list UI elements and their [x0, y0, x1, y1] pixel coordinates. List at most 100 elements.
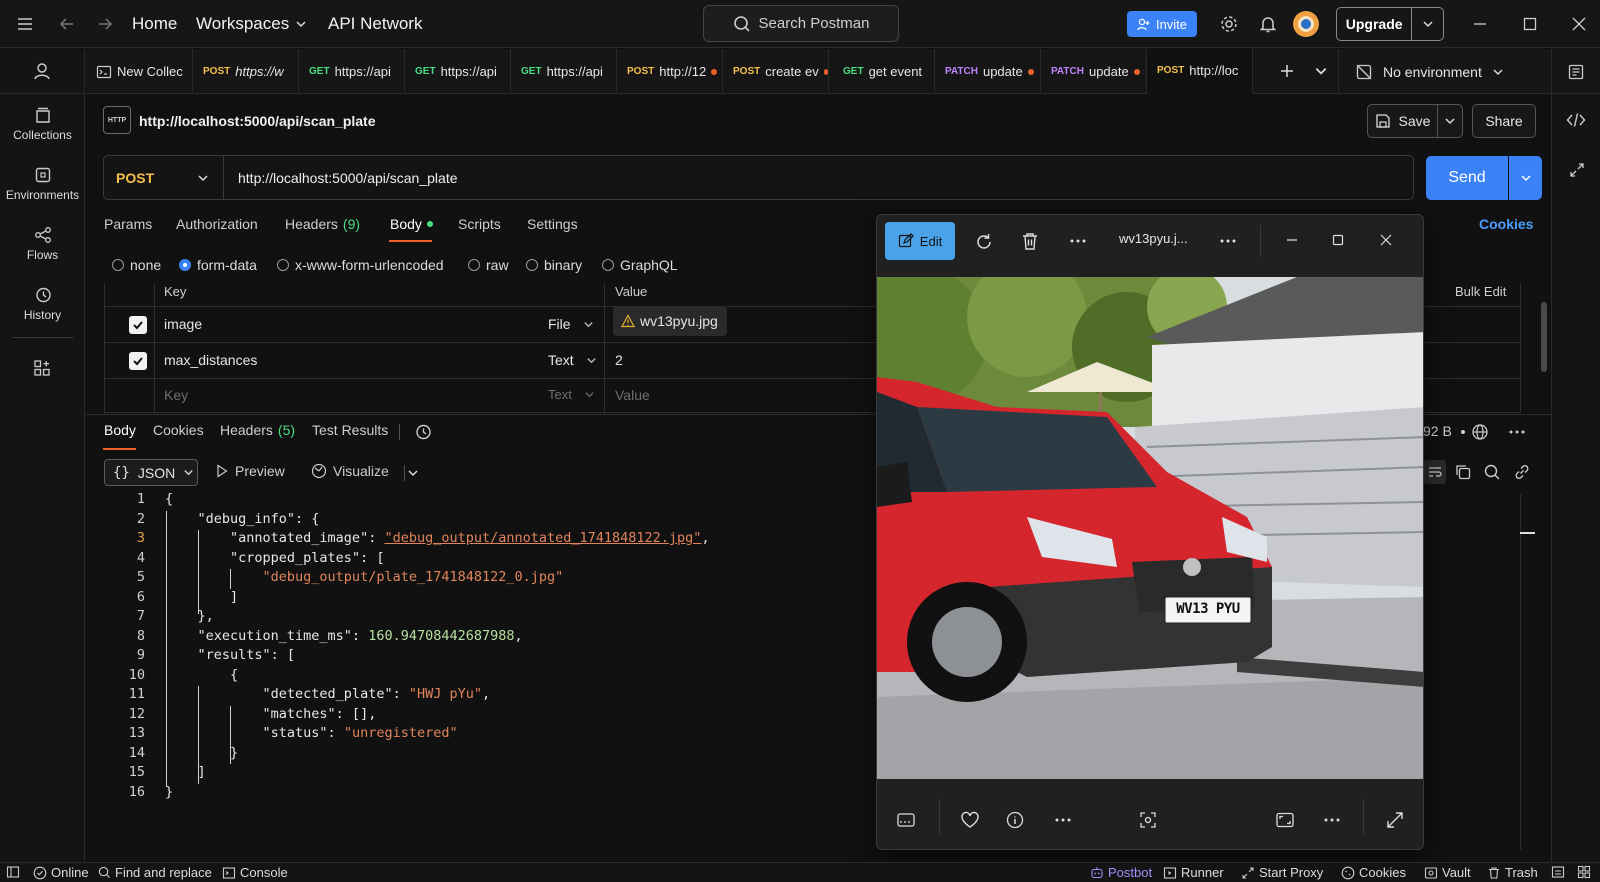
- title-more-options-icon[interactable]: [1219, 233, 1237, 249]
- response-scroll-marker[interactable]: [1520, 532, 1535, 534]
- bulk-edit-link[interactable]: Bulk Edit: [1455, 284, 1506, 299]
- cookies-button[interactable]: Cookies: [1341, 865, 1406, 880]
- radio-raw[interactable]: raw: [468, 257, 509, 273]
- format-selector[interactable]: {} JSON: [104, 459, 198, 486]
- upgrade-dropdown-button[interactable]: [1412, 8, 1443, 40]
- resp-tab-body[interactable]: Body: [104, 422, 136, 438]
- resp-tab-test-results[interactable]: Test Results: [312, 422, 388, 438]
- rotate-icon[interactable]: [974, 232, 994, 252]
- viewer-close-icon[interactable]: [1379, 233, 1393, 247]
- more-options-icon[interactable]: [1054, 812, 1072, 828]
- resp-tab-cookies[interactable]: Cookies: [153, 422, 204, 438]
- sidebar-item-history[interactable]: History: [0, 286, 85, 322]
- save-button[interactable]: Save: [1368, 105, 1438, 137]
- visualize-dropdown-chevron-icon[interactable]: [407, 467, 419, 479]
- nav-workspaces[interactable]: Workspaces: [196, 14, 307, 34]
- forward-arrow-icon[interactable]: [96, 15, 114, 33]
- related-collections-icon[interactable]: [1568, 161, 1586, 179]
- tab-authorization[interactable]: Authorization: [176, 216, 258, 232]
- new-type-selector[interactable]: Text: [548, 387, 595, 402]
- nav-api-network[interactable]: API Network: [328, 14, 422, 34]
- more-options-icon[interactable]: [1069, 233, 1087, 249]
- form-type-selector[interactable]: File: [548, 316, 594, 332]
- toggle-sidebar-icon[interactable]: [6, 865, 20, 879]
- notifications-bell-icon[interactable]: [1258, 14, 1278, 34]
- save-dropdown-button[interactable]: [1438, 105, 1462, 137]
- visualize-button[interactable]: Visualize: [311, 463, 389, 479]
- copy-icon[interactable]: [1454, 463, 1472, 481]
- send-button[interactable]: Send: [1426, 156, 1508, 200]
- resp-tab-headers[interactable]: Headers (5): [220, 422, 295, 438]
- user-profile-icon[interactable]: [32, 61, 52, 81]
- code-snippet-icon[interactable]: [1566, 111, 1586, 129]
- radio-none[interactable]: none: [112, 257, 161, 273]
- tab-request[interactable]: POST http://12: [617, 49, 723, 94]
- tab-request[interactable]: POST create ev: [723, 49, 829, 94]
- sidebar-item-flows[interactable]: Flows: [0, 226, 85, 262]
- more-options-icon[interactable]: [1508, 424, 1526, 440]
- radio-graphql[interactable]: GraphQL: [602, 257, 678, 273]
- environment-quick-look-icon[interactable]: [1551, 49, 1600, 94]
- delete-icon[interactable]: [1021, 231, 1039, 251]
- favorite-heart-icon[interactable]: [960, 811, 980, 829]
- visual-search-icon[interactable]: [1139, 811, 1157, 829]
- method-selector[interactable]: POST: [104, 156, 224, 199]
- invite-button[interactable]: Invite: [1127, 11, 1197, 37]
- viewer-maximize-icon[interactable]: [1331, 233, 1345, 247]
- filmstrip-icon[interactable]: [896, 811, 916, 829]
- tab-headers[interactable]: Headers (9): [285, 216, 360, 232]
- online-status[interactable]: Online: [33, 865, 89, 880]
- status-grid-icon[interactable]: [1577, 865, 1591, 879]
- upgrade-button[interactable]: Upgrade: [1337, 8, 1413, 40]
- new-key-input[interactable]: Key: [164, 387, 188, 403]
- back-arrow-icon[interactable]: [58, 15, 76, 33]
- sidebar-item-environments[interactable]: Environments: [0, 166, 85, 202]
- tab-request[interactable]: GET https://api: [405, 49, 511, 94]
- info-icon[interactable]: [1006, 811, 1024, 829]
- close-window-icon[interactable]: [1570, 15, 1588, 33]
- console-button[interactable]: Console: [222, 865, 288, 880]
- globe-icon[interactable]: [1471, 423, 1489, 441]
- search-input[interactable]: Search Postman: [703, 5, 899, 42]
- status-help-icon[interactable]: [1551, 865, 1565, 879]
- form-key-cell[interactable]: max_distances: [164, 352, 257, 368]
- settings-gear-icon[interactable]: [1219, 14, 1239, 34]
- form-type-selector[interactable]: Text: [548, 352, 597, 368]
- find-replace-button[interactable]: Find and replace: [98, 865, 212, 880]
- vault-button[interactable]: Vault: [1424, 865, 1471, 880]
- minimize-window-icon[interactable]: [1471, 15, 1489, 33]
- tab-request[interactable]: POST https://w: [193, 49, 299, 94]
- add-workbench-icon[interactable]: [33, 359, 51, 377]
- share-button[interactable]: Share: [1472, 104, 1536, 138]
- send-dropdown-button[interactable]: [1509, 156, 1542, 200]
- postbot-button[interactable]: Postbot: [1090, 865, 1152, 880]
- new-value-input[interactable]: Value: [615, 387, 650, 403]
- link-icon[interactable]: [1513, 463, 1531, 481]
- tab-settings[interactable]: Settings: [527, 216, 578, 232]
- environment-selector[interactable]: No environment: [1338, 49, 1518, 94]
- cookies-link[interactable]: Cookies: [1479, 216, 1533, 232]
- request-title[interactable]: http://localhost:5000/api/scan_plate: [139, 113, 376, 129]
- fullscreen-expand-icon[interactable]: [1386, 811, 1404, 829]
- url-input[interactable]: http://localhost:5000/api/scan_plate: [224, 170, 458, 186]
- tab-request[interactable]: GET https://api: [511, 49, 617, 94]
- tabs-overflow-chevron-icon[interactable]: [1314, 64, 1328, 78]
- tab-request[interactable]: PATCH update: [1041, 49, 1147, 94]
- response-size[interactable]: 92 B: [1423, 423, 1452, 439]
- file-chip[interactable]: wv13pyu.jpg: [613, 306, 727, 336]
- tab-params[interactable]: Params: [104, 216, 152, 232]
- menu-icon[interactable]: [16, 15, 34, 33]
- tab-request-active[interactable]: POST http://loc: [1147, 49, 1253, 94]
- trash-button[interactable]: Trash: [1487, 865, 1538, 880]
- tab-scripts[interactable]: Scripts: [458, 216, 501, 232]
- request-scrollbar[interactable]: [1541, 302, 1547, 372]
- search-response-icon[interactable]: [1483, 463, 1501, 481]
- fit-to-window-icon[interactable]: [1275, 811, 1295, 829]
- start-proxy-button[interactable]: Start Proxy: [1241, 865, 1323, 880]
- maximize-window-icon[interactable]: [1521, 15, 1539, 33]
- preview-button[interactable]: Preview: [216, 463, 285, 479]
- avatar[interactable]: [1293, 11, 1319, 37]
- tab-new-collection[interactable]: New Collec: [86, 49, 193, 94]
- response-history-icon[interactable]: [414, 423, 432, 441]
- nav-home[interactable]: Home: [132, 14, 177, 34]
